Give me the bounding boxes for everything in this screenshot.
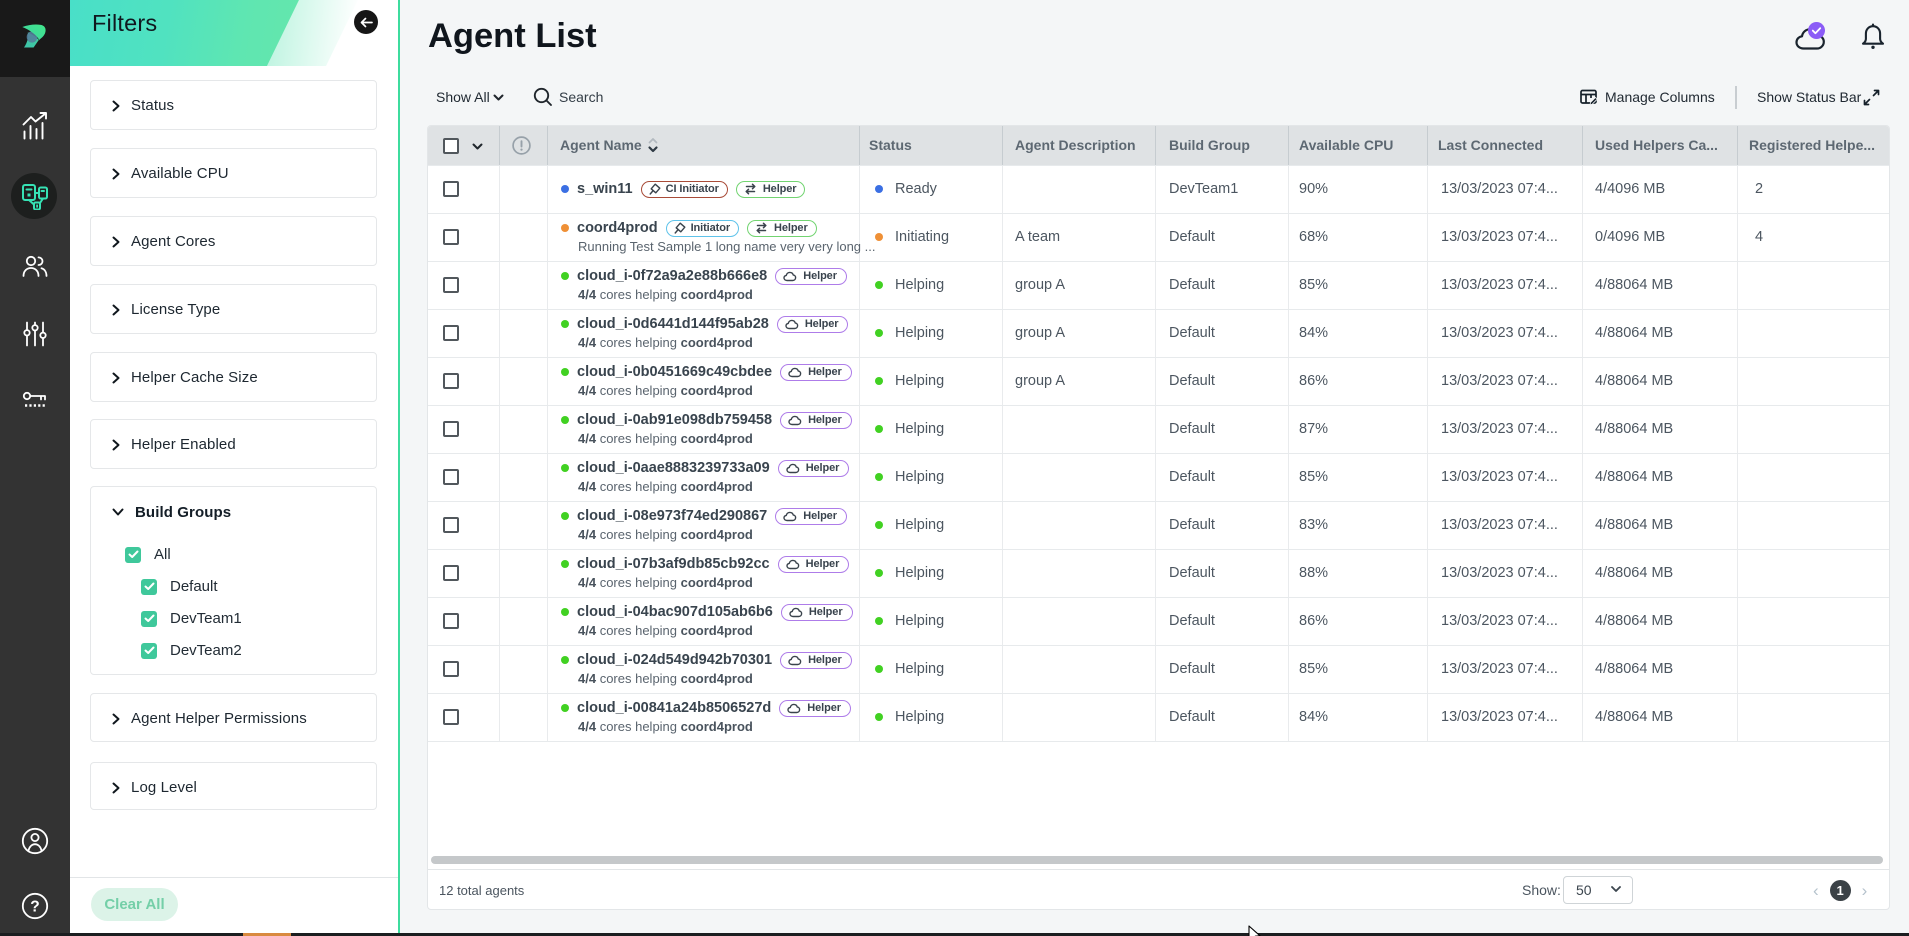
svg-text:?: ? [30, 899, 39, 916]
